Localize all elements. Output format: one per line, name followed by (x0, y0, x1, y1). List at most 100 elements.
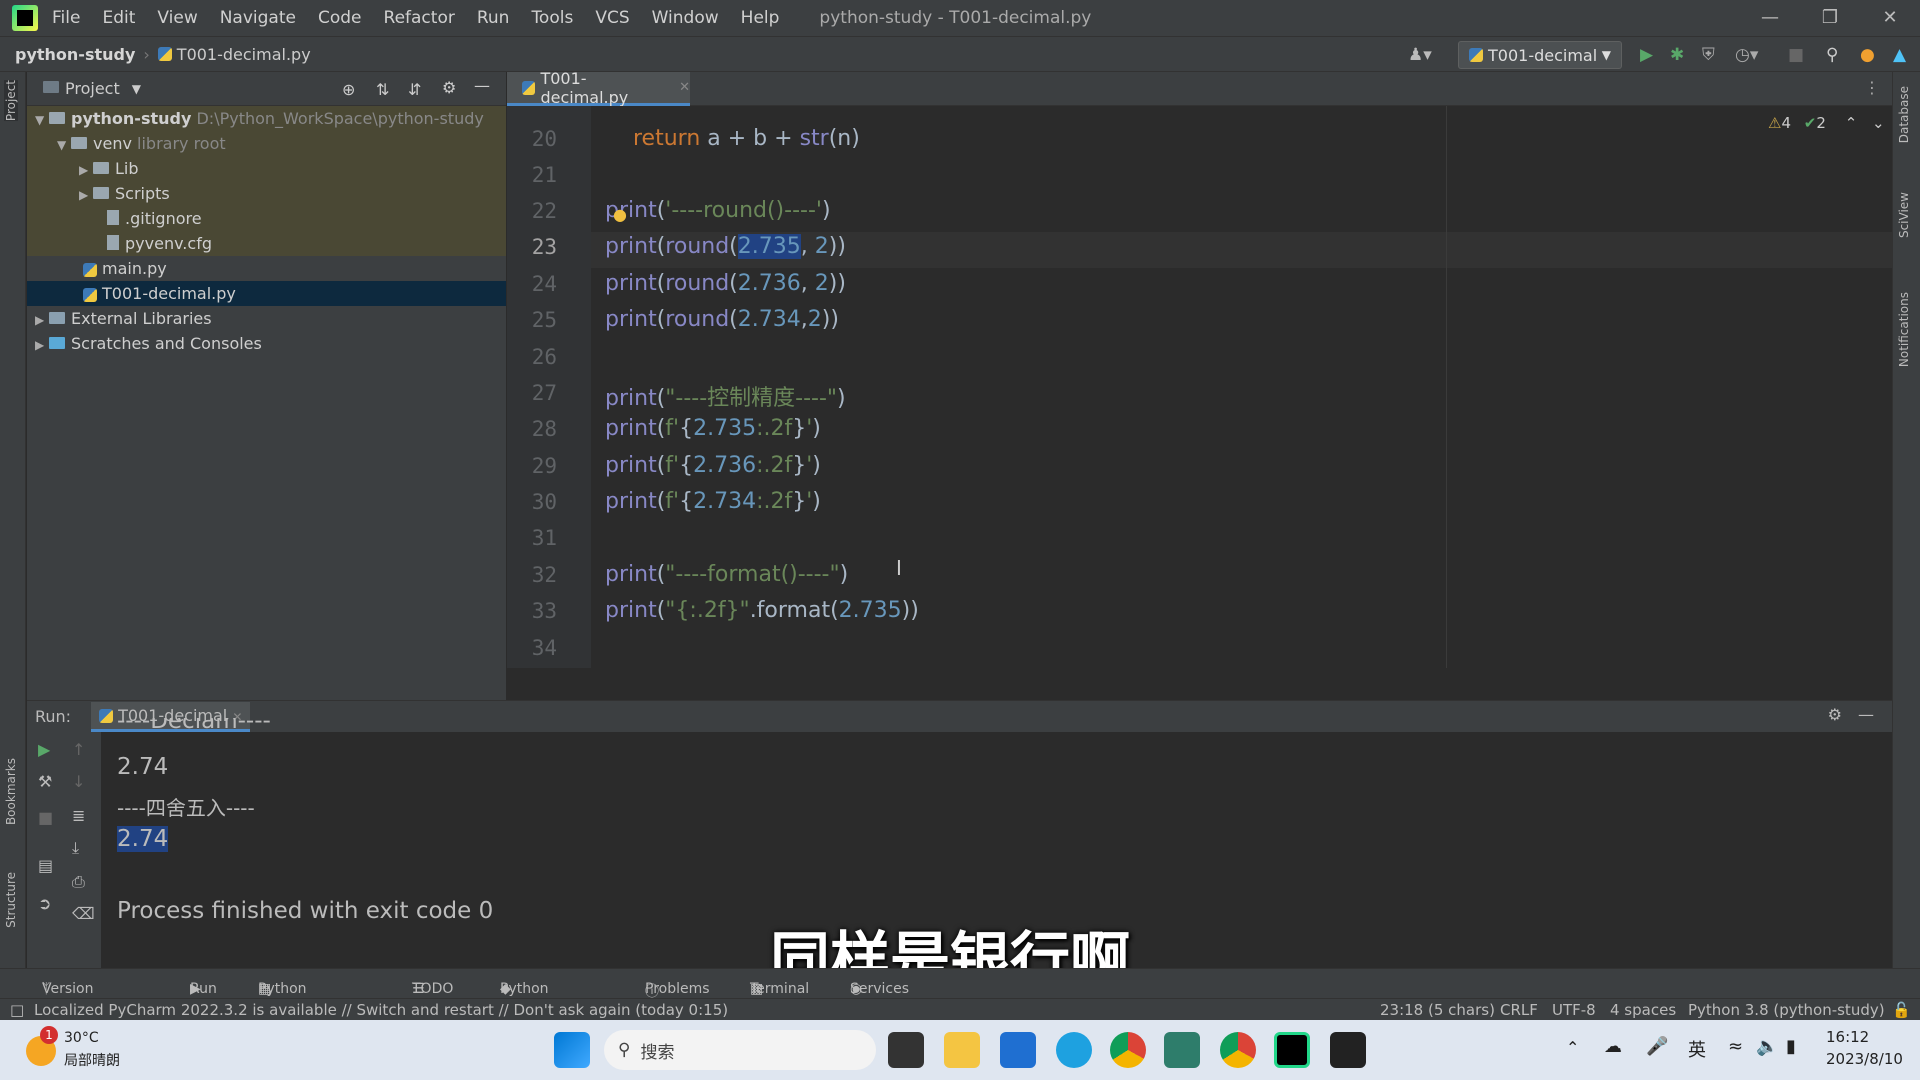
store-icon[interactable] (1000, 1032, 1036, 1068)
chevron-up-icon[interactable]: ⌃ (1566, 1038, 1579, 1057)
interpreter[interactable]: Python 3.8 (python-study) (1688, 1001, 1885, 1019)
recorder-icon[interactable] (1330, 1032, 1366, 1068)
run-icon[interactable]: ▶ (1640, 45, 1653, 65)
caret-position[interactable]: 23:18 (5 chars) (1380, 1001, 1495, 1019)
weather-text[interactable]: 局部晴朗 (64, 1050, 120, 1070)
clock-time[interactable]: 16:12 (1826, 1028, 1869, 1046)
line-number: 31 (531, 526, 557, 550)
menu-refactor[interactable]: Refactor (384, 8, 455, 28)
lock-icon[interactable]: 🔓 (1892, 1001, 1911, 1019)
more-tabs-icon[interactable]: ⋮ (1864, 78, 1880, 97)
chrome-profile-icon[interactable] (1220, 1032, 1256, 1068)
tree-main[interactable]: main.py (27, 256, 506, 281)
menu-view[interactable]: View (157, 8, 197, 28)
print-icon[interactable]: ⎙ (72, 872, 85, 892)
expand-all-icon[interactable]: ⇅ (376, 80, 389, 99)
close-tab-icon[interactable]: ✕ (679, 80, 690, 95)
locate-icon[interactable]: ⊕ (342, 80, 355, 99)
stop-icon[interactable]: ■ (38, 808, 53, 827)
menu-navigate[interactable]: Navigate (220, 8, 296, 28)
status-message[interactable]: Localized PyCharm 2022.3.2 is available … (34, 1001, 728, 1019)
wifi-icon[interactable]: ≈ (1728, 1036, 1743, 1057)
app-icon[interactable] (1164, 1032, 1200, 1068)
menu-edit[interactable]: Edit (102, 8, 135, 28)
rerun-icon[interactable]: ▶ (38, 740, 50, 759)
volume-icon[interactable]: 🔈 (1756, 1036, 1778, 1057)
hide-panel-icon[interactable]: — (474, 76, 490, 95)
tree-external-libraries[interactable]: ▶ External Libraries (27, 306, 506, 331)
notifications-tool-tab[interactable]: Notifications (1897, 292, 1911, 367)
sciview-tool-tab[interactable]: SciView (1897, 192, 1911, 238)
debug-icon[interactable]: ✱ (1670, 45, 1684, 65)
arrow-up-icon[interactable]: ↑ (72, 740, 85, 759)
edge-icon[interactable] (1056, 1032, 1092, 1068)
arrow-down-icon[interactable]: ↓ (72, 772, 85, 791)
coverage-icon[interactable]: ⛨ (1702, 45, 1715, 65)
collapse-all-icon[interactable]: ⇵ (408, 80, 421, 99)
chevron-down-icon[interactable]: ▼ (132, 82, 141, 96)
gear-icon[interactable]: ⚙ (442, 78, 456, 97)
tree-pyvenv[interactable]: pyvenv.cfg (27, 231, 506, 256)
indent-setting[interactable]: 4 spaces (1610, 1001, 1676, 1019)
breadcrumb-project[interactable]: python-study (15, 45, 135, 64)
battery-icon[interactable]: ▮ (1786, 1036, 1796, 1057)
soft-wrap-icon[interactable]: ≣ (72, 806, 85, 825)
tree-root[interactable]: ▼ python-study D:\Python_WorkSpace\python… (27, 106, 506, 131)
menu-tools[interactable]: Tools (531, 8, 573, 28)
microphone-icon[interactable]: 🎤 (1646, 1036, 1668, 1057)
scroll-to-end-icon[interactable]: ⤓ (72, 838, 79, 858)
hide-panel-icon[interactable]: — (1858, 705, 1874, 724)
inspection-widget[interactable]: ⚠4 ✔2 ⌃ ⌄ (1768, 114, 1885, 132)
run-config-select[interactable]: T001-decimal ▼ (1458, 41, 1622, 69)
layout-icon[interactable]: ▤ (38, 856, 53, 875)
profile-icon[interactable]: ◷▾ (1735, 45, 1758, 65)
trash-icon[interactable]: ⌫ (72, 904, 95, 923)
chevron-down-icon[interactable]: ⌄ (1872, 114, 1885, 132)
minimize-button[interactable]: — (1740, 0, 1800, 36)
tree-gitignore[interactable]: .gitignore (27, 206, 506, 231)
menu-vcs[interactable]: VCS (595, 8, 629, 28)
gear-icon[interactable]: ⚙ (1828, 705, 1842, 724)
ime-indicator[interactable]: 英 (1688, 1036, 1706, 1062)
cloud-icon[interactable]: ☁ (1604, 1036, 1622, 1057)
windows-start-icon[interactable] (554, 1032, 590, 1068)
user-icon[interactable]: ♟▾ (1408, 45, 1432, 65)
tree-venv[interactable]: ▼ venv library root (27, 131, 506, 156)
restore-button[interactable]: ❐ (1800, 0, 1860, 36)
wrench-icon[interactable]: ⚒ (38, 772, 52, 791)
database-tool-tab[interactable]: Database (1897, 86, 1911, 143)
search-icon[interactable]: ⚲ (1826, 45, 1838, 65)
project-tool-tab[interactable]: Project (4, 80, 18, 122)
project-panel-title[interactable]: Project (65, 79, 120, 98)
tree-lib[interactable]: ▶ Lib (27, 156, 506, 181)
menu-run[interactable]: Run (477, 8, 510, 28)
update-icon[interactable]: ● (1860, 45, 1875, 65)
tree-scratches[interactable]: ▶ Scratches and Consoles (27, 331, 506, 356)
breadcrumb-file[interactable]: T001-decimal.py (177, 45, 311, 64)
file-explorer-icon[interactable] (944, 1032, 980, 1068)
pycharm-taskbar-icon[interactable] (1274, 1032, 1310, 1068)
taskbar-search[interactable]: ⚲ 搜索 (604, 1030, 876, 1070)
lightbulb-icon[interactable]: ● (613, 205, 627, 224)
line-separator[interactable]: CRLF (1500, 1001, 1538, 1019)
bookmarks-tool-tab[interactable]: Bookmarks (4, 758, 18, 825)
temperature[interactable]: 30°C (64, 1030, 99, 1046)
tree-scripts[interactable]: ▶ Scripts (27, 181, 506, 206)
menu-window[interactable]: Window (652, 8, 719, 28)
tree-decimal[interactable]: T001-decimal.py (27, 281, 506, 306)
chrome-icon[interactable] (1110, 1032, 1146, 1068)
clock-date[interactable]: 2023/8/10 (1826, 1050, 1903, 1068)
file-encoding[interactable]: UTF-8 (1552, 1001, 1596, 1019)
structure-tool-tab[interactable]: Structure (4, 872, 18, 928)
chevron-up-icon[interactable]: ⌃ (1845, 114, 1858, 132)
stop-icon[interactable]: ■ (1788, 45, 1804, 65)
tab-t001-decimal[interactable]: T001-decimal.py ✕ (507, 69, 690, 107)
task-view-icon[interactable] (888, 1032, 924, 1068)
close-window-button[interactable]: ✕ (1860, 0, 1920, 36)
menu-help[interactable]: Help (741, 8, 780, 28)
menu-file[interactable]: File (52, 8, 80, 28)
toolbox-icon[interactable]: ▲ (1893, 45, 1906, 65)
code-line: print(round(2.734,2)) (605, 307, 839, 332)
menu-code[interactable]: Code (318, 8, 362, 28)
pin-icon[interactable]: ➲ (38, 894, 51, 913)
